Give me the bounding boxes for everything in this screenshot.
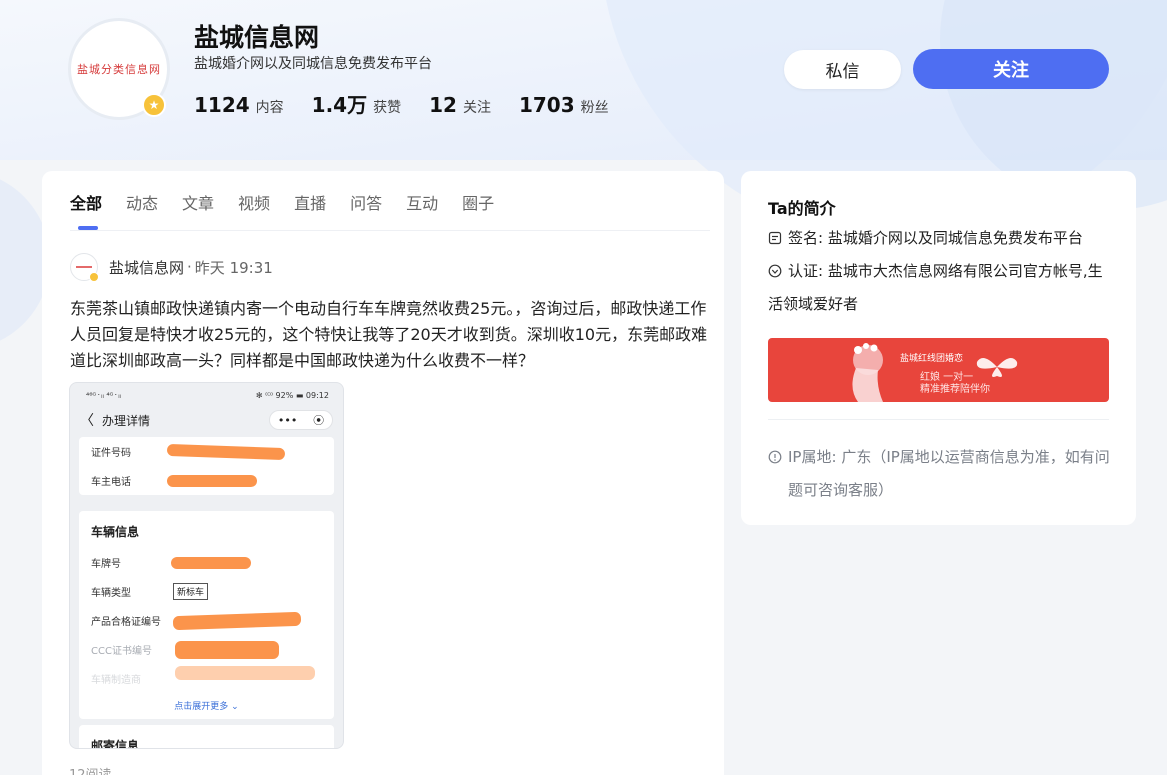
stat-label: 粉丝 bbox=[580, 100, 609, 116]
tab-videos[interactable]: 视频 bbox=[238, 190, 270, 230]
redaction-mark bbox=[166, 443, 286, 461]
profile-stats: 1124 内容 1.4万 获赞 12 关注 1703 粉丝 bbox=[194, 89, 637, 118]
profile-name: 盐城信息网 bbox=[194, 23, 320, 52]
phone-signal-indicators: ⁴⁶ᴳ᛫ₗₗ ⁴ᴳ᛫ₗₗ bbox=[86, 390, 121, 400]
back-icon: 〈 bbox=[80, 413, 94, 429]
phone-row-label: 车牌号 bbox=[91, 559, 121, 570]
phone-battery-time: ✻ ⁽⁽⁾⁾ 92% ▬ 09:12 bbox=[255, 390, 329, 400]
redaction-mark bbox=[171, 557, 251, 569]
stat-likes: 1.4万 获赞 bbox=[312, 89, 401, 118]
verified-badge-icon bbox=[89, 272, 99, 282]
stat-value: 1703 bbox=[518, 93, 575, 117]
avatar-logo-text: 盐城分类信息网 bbox=[77, 63, 161, 76]
ip-value: 广东（IP属地以运营商信息为准，如有问题可咨询客服） bbox=[788, 448, 1110, 499]
post-image[interactable]: ⁴⁶ᴳ᛫ₗₗ ⁴ᴳ᛫ₗₗ ✻ ⁽⁽⁾⁾ 92% ▬ 09:12 〈 办理详情 •… bbox=[69, 382, 344, 749]
bride-silhouette-icon bbox=[852, 343, 883, 402]
signature-label: 签名: bbox=[788, 229, 824, 247]
tab-qa[interactable]: 问答 bbox=[350, 190, 382, 230]
redaction-mark bbox=[172, 611, 302, 631]
more-icon: ••• bbox=[277, 413, 298, 427]
stat-label: 关注 bbox=[462, 100, 491, 116]
phone-row: 产品合格证编号 bbox=[79, 606, 334, 635]
intro-signature: 签名: 盐城婚介网以及同城信息免费发布平台 bbox=[768, 222, 1113, 255]
tabs-divider bbox=[70, 230, 710, 231]
stat-content[interactable]: 1124 内容 bbox=[194, 93, 284, 117]
phone-row-label: 车辆类型 bbox=[91, 588, 131, 599]
post-author-avatar[interactable] bbox=[70, 253, 99, 282]
stat-value: 1.4万 bbox=[311, 93, 368, 117]
phone-owner-card: 证件号码 车主电话 bbox=[79, 437, 334, 495]
message-button[interactable]: 私信 bbox=[784, 50, 901, 89]
signature-icon bbox=[768, 231, 782, 245]
post-timestamp: 昨天 19:31 bbox=[194, 258, 273, 277]
phone-row: 车牌号 bbox=[79, 548, 334, 577]
stat-label: 获赞 bbox=[373, 100, 402, 116]
phone-status-bar: ⁴⁶ᴳ᛫ₗₗ ⁴ᴳ᛫ₗₗ ✻ ⁽⁽⁾⁾ 92% ▬ 09:12 bbox=[70, 383, 343, 407]
phone-row-label: 车主电话 bbox=[91, 477, 131, 488]
phone-row: 车主电话 bbox=[79, 466, 334, 495]
intro-title: Ta的简介 bbox=[768, 199, 836, 218]
redaction-mark bbox=[175, 641, 279, 659]
tab-circles[interactable]: 圈子 bbox=[462, 190, 494, 230]
phone-nav-bar: 〈 办理详情 ••• ⦿ bbox=[70, 407, 343, 433]
phone-mail-card: 邮寄信息 bbox=[79, 725, 334, 749]
banner-title: 盐城红线团婚恋 bbox=[900, 354, 964, 364]
banner-line-2: 精准推荐陪伴你 bbox=[920, 384, 990, 395]
stat-following[interactable]: 12 关注 bbox=[429, 93, 491, 117]
phone-row-label: 证件号码 bbox=[91, 448, 131, 459]
intro-divider bbox=[768, 419, 1109, 420]
post-meta-separator: · bbox=[187, 258, 192, 276]
post-author-name[interactable]: 盐城信息网 bbox=[109, 257, 184, 278]
phone-row-label: 产品合格证编号 bbox=[91, 617, 161, 628]
butterfly-icon bbox=[976, 358, 1018, 377]
phone-section-title: 邮寄信息 bbox=[91, 739, 140, 749]
miniprogram-capsule: ••• ⦿ bbox=[269, 410, 333, 430]
phone-section-title: 车辆信息 bbox=[91, 525, 140, 539]
info-icon bbox=[768, 450, 782, 464]
tab-all[interactable]: 全部 bbox=[70, 190, 102, 230]
content-tabs: 全部 动态 文章 视频 直播 问答 互动 圈子 bbox=[70, 190, 518, 230]
phone-row: 车辆制造商 bbox=[79, 664, 334, 693]
phone-row-label: CCC证书编号 bbox=[91, 646, 152, 657]
close-circle-icon: ⦿ bbox=[313, 414, 325, 427]
signature-text: 盐城婚介网以及同城信息免费发布平台 bbox=[827, 229, 1083, 247]
certification-label: 认证: bbox=[788, 262, 824, 280]
ip-location: IP属地: 广东（IP属地以运营商信息为准，如有问题可咨询客服） bbox=[768, 441, 1113, 507]
post-header: 盐城信息网 · 昨天 19:31 bbox=[70, 253, 273, 282]
redaction-mark bbox=[175, 666, 315, 680]
phone-expand-link: 点击展开更多 ⌄ bbox=[174, 702, 239, 712]
phone-row: 车辆类型 新标车 bbox=[79, 577, 334, 606]
verified-check-icon bbox=[768, 264, 782, 278]
redaction-mark bbox=[167, 475, 257, 487]
post-read-count: 12阅读 bbox=[69, 764, 112, 775]
phone-page-title: 办理详情 bbox=[102, 413, 151, 428]
vehicle-type-tag: 新标车 bbox=[173, 583, 209, 600]
stat-followers[interactable]: 1703 粉丝 bbox=[519, 93, 609, 117]
tab-articles[interactable]: 文章 bbox=[182, 190, 214, 230]
stat-value: 1124 bbox=[194, 93, 250, 117]
profile-description: 盐城婚介网以及同城信息免费发布平台 bbox=[194, 56, 432, 72]
tab-updates[interactable]: 动态 bbox=[126, 190, 158, 230]
post-body[interactable]: 东莞茶山镇邮政快递镇内寄一个电动自行车车牌竟然收费25元。，咨询过后，邮政快递工… bbox=[70, 296, 710, 374]
ip-label: IP属地: bbox=[788, 448, 837, 466]
stat-value: 12 bbox=[429, 93, 457, 117]
phone-vehicle-card: 车辆信息 车牌号 车辆类型 新标车 产品合格证编号 CCC证书编号 车辆制造商 bbox=[79, 511, 334, 719]
verified-badge-icon: ★ bbox=[142, 93, 166, 117]
feed-panel: 全部 动态 文章 视频 直播 问答 互动 圈子 盐城信息网 · 昨天 19:31… bbox=[42, 171, 724, 775]
tab-interactions[interactable]: 互动 bbox=[406, 190, 438, 230]
intro-certification: 认证: 盐城市大杰信息网络有限公司官方帐号,生活领域爱好者 bbox=[768, 255, 1113, 321]
profile-intro-card: Ta的简介 签名: 盐城婚介网以及同城信息免费发布平台 认证: 盐城市大杰信息网… bbox=[741, 171, 1136, 525]
follow-button[interactable]: 关注 bbox=[913, 49, 1109, 89]
stat-label: 内容 bbox=[255, 100, 284, 116]
phone-row-label: 车辆制造商 bbox=[91, 675, 141, 686]
matchmaking-ad-banner[interactable]: 盐城红线团婚恋 红娘 一对一 精准推荐陪伴你 bbox=[768, 338, 1109, 402]
phone-row: 证件号码 bbox=[79, 437, 334, 466]
phone-row: CCC证书编号 bbox=[79, 635, 334, 664]
tab-live[interactable]: 直播 bbox=[294, 190, 326, 230]
